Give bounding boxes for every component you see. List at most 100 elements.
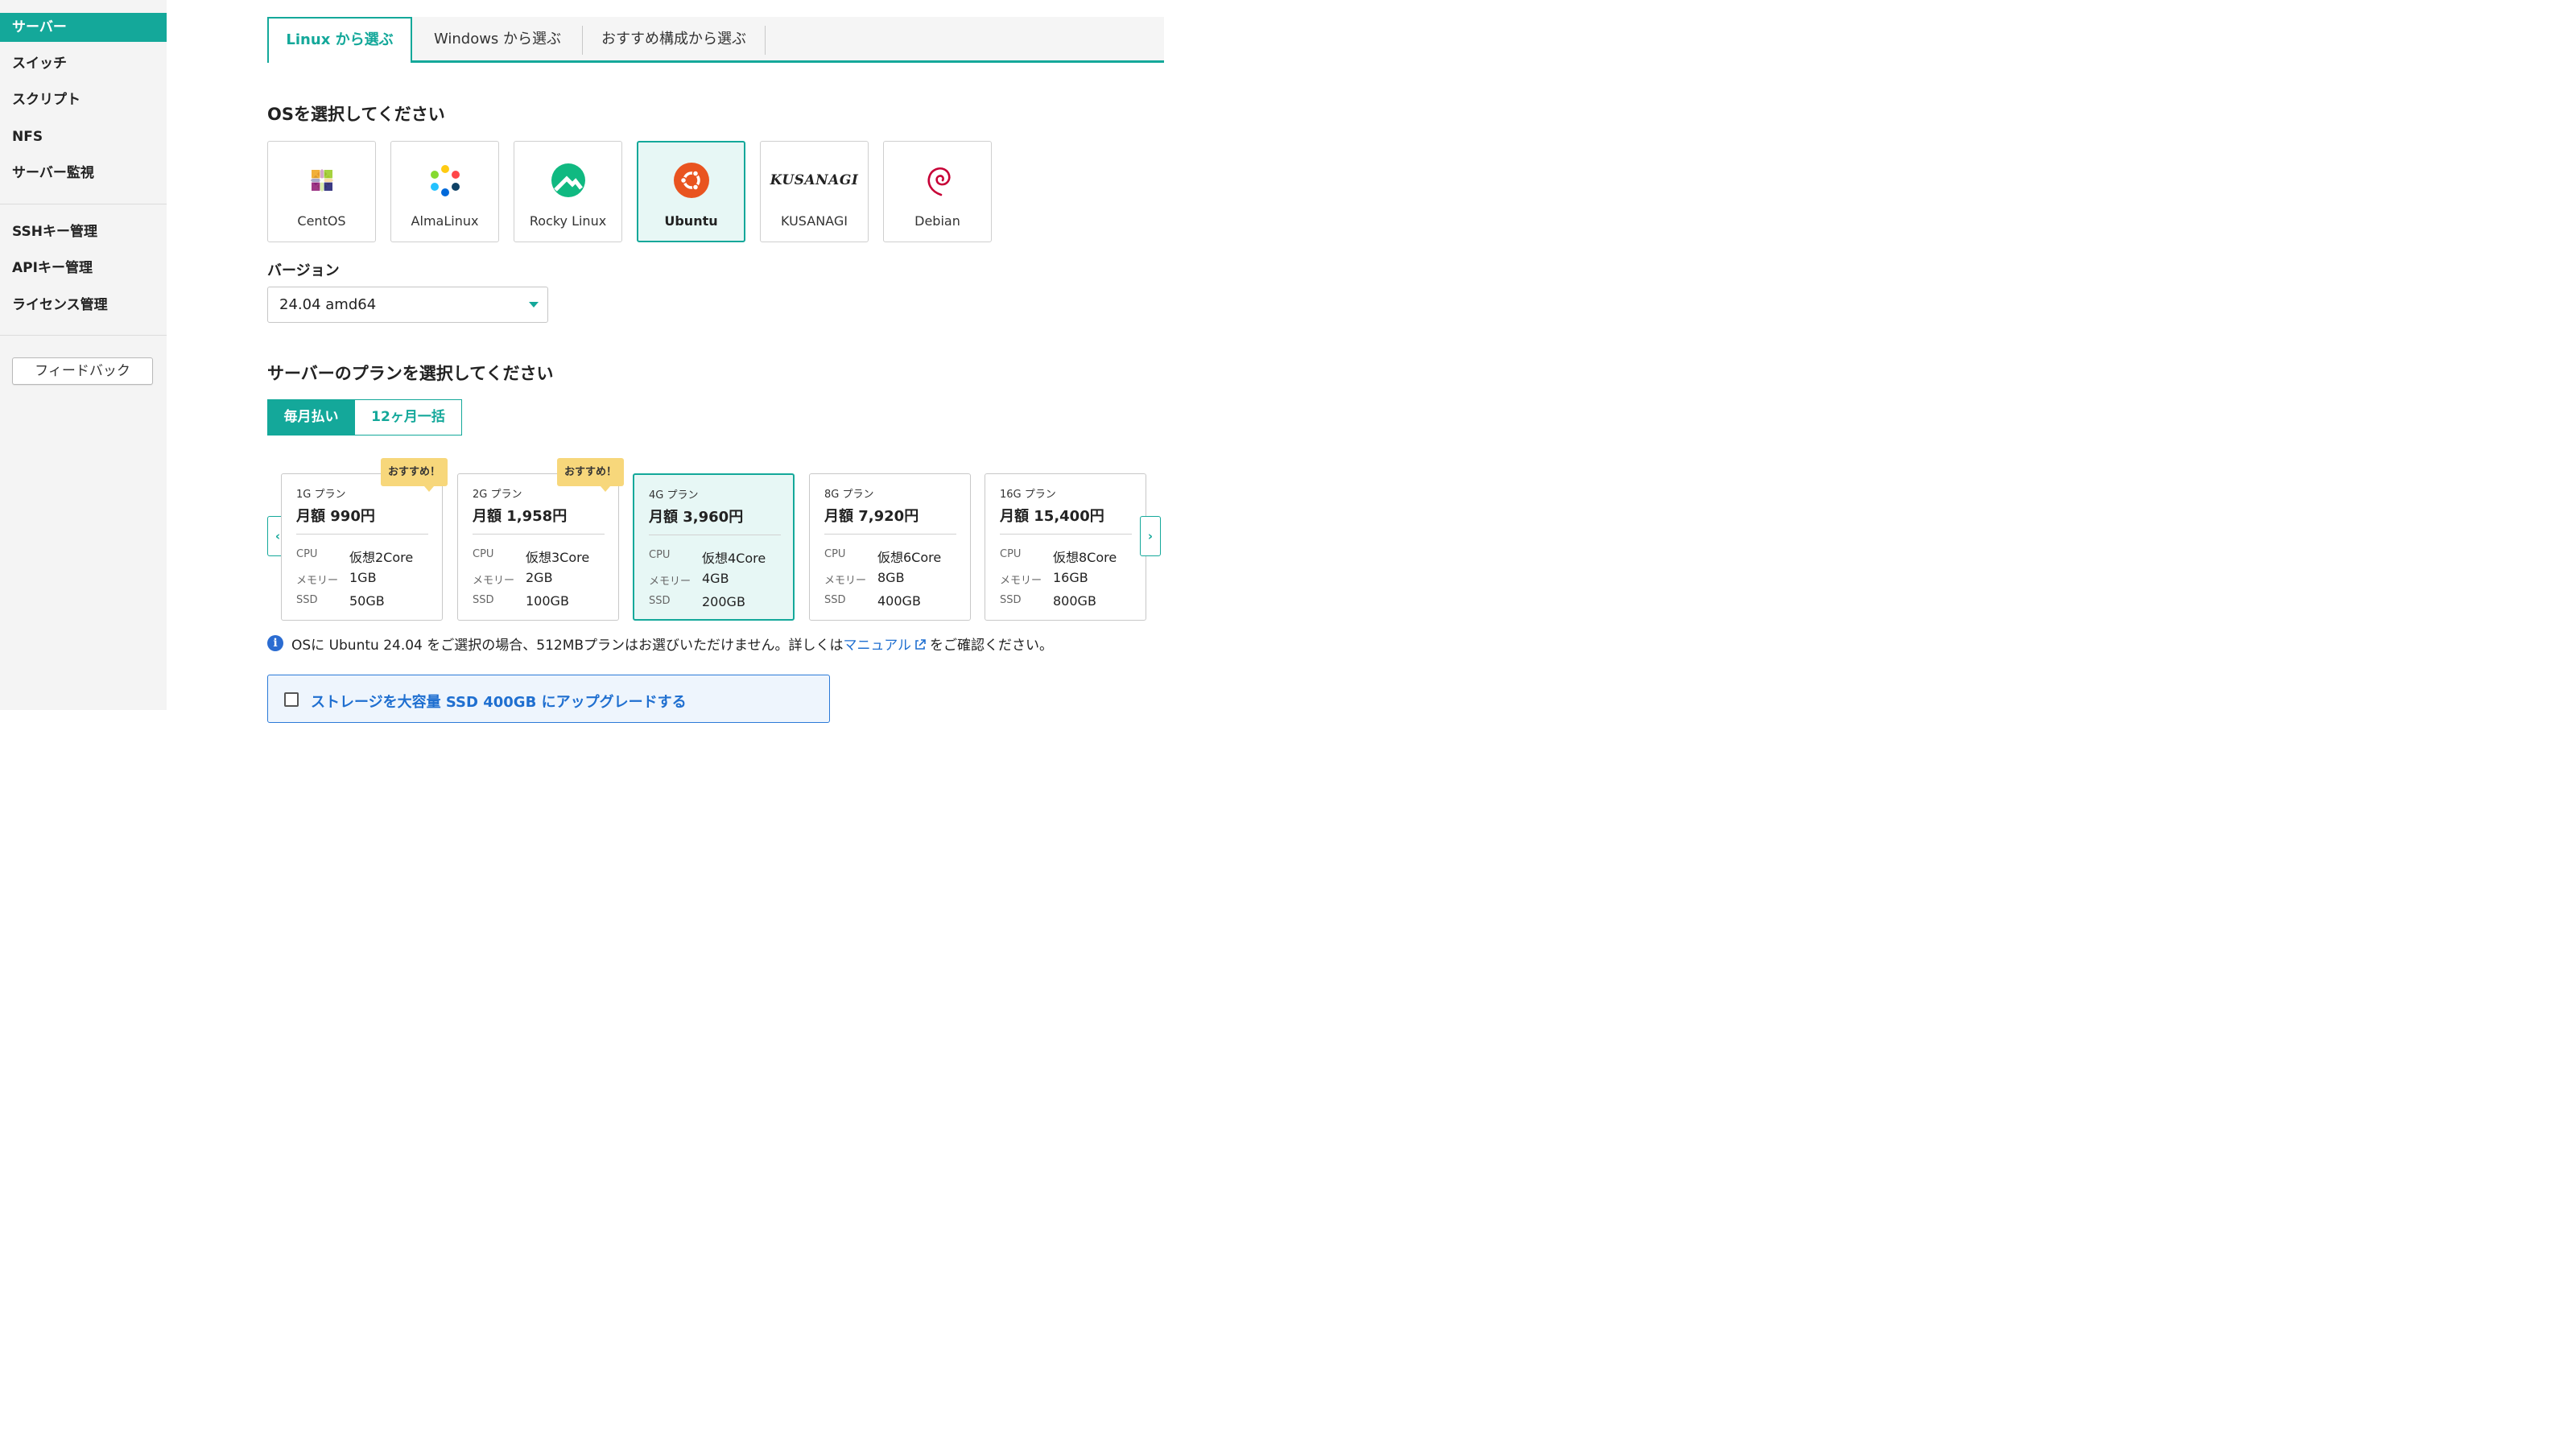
os-option-almalinux[interactable]: AlmaLinux: [390, 141, 499, 242]
billing-monthly-button[interactable]: 毎月払い: [267, 399, 355, 436]
chevron-right-icon[interactable]: ›: [1140, 516, 1161, 556]
spec-label-cpu: CPU: [1000, 548, 1022, 560]
spec-label-memory: メモリー: [649, 576, 691, 588]
manual-link[interactable]: マニュアル: [844, 638, 912, 654]
centos-logo-icon: [303, 161, 341, 200]
spec-label-memory: メモリー: [296, 575, 339, 587]
os-name: CentOS: [297, 213, 346, 229]
spec-label-memory: メモリー: [473, 575, 515, 587]
os-plan-notice: OSに Ubuntu 24.04 をご選択の場合、512MBプランはお選びいただ…: [291, 634, 1053, 655]
tab-linux[interactable]: Linux から選ぶ: [267, 17, 412, 63]
spec-label-memory: メモリー: [1000, 575, 1042, 587]
external-link-icon[interactable]: [914, 638, 927, 655]
divider: [296, 534, 428, 535]
spec-value-memory: 1GB: [349, 570, 377, 585]
plan-heading: サーバーのプランを選択してください: [267, 364, 554, 383]
os-option-debian[interactable]: Debian: [883, 141, 992, 242]
spec-value-cpu: 仮想3Core: [526, 550, 590, 565]
sidebar-item-server-monitoring[interactable]: サーバー監視: [0, 159, 167, 188]
sidebar-item-script[interactable]: スクリプト: [0, 85, 167, 114]
plan-card-8g[interactable]: 8G プラン 月額 7,920円 CPU 仮想6Core メモリー 8GB SS…: [809, 473, 971, 621]
spec-value-ssd: 100GB: [526, 593, 569, 609]
spec-value-ssd: 400GB: [877, 593, 921, 609]
notice-text: をご確認ください。: [930, 638, 1054, 654]
plan-price: 月額 990円: [296, 508, 375, 525]
plan-price: 月額 15,400円: [1000, 508, 1104, 525]
storage-upgrade-checkbox[interactable]: [284, 692, 299, 707]
plan-card-16g[interactable]: 16G プラン 月額 15,400円 CPU 仮想8Core メモリー 16GB…: [985, 473, 1146, 621]
spec-label-cpu: CPU: [473, 548, 494, 560]
os-name: Debian: [914, 213, 960, 229]
spec-label-cpu: CPU: [824, 548, 846, 560]
divider: [824, 534, 956, 535]
os-name: AlmaLinux: [411, 213, 479, 229]
plan-name: 1G プラン: [296, 489, 346, 501]
spec-value-memory: 16GB: [1053, 570, 1088, 585]
os-option-ubuntu[interactable]: Ubuntu: [637, 141, 745, 242]
rocky-linux-logo-icon: [549, 161, 588, 200]
sidebar-item-server[interactable]: サーバー: [0, 13, 167, 42]
spec-label-cpu: CPU: [296, 548, 318, 560]
spec-value-cpu: 仮想2Core: [349, 550, 414, 565]
tab-windows[interactable]: Windows から選ぶ: [414, 17, 581, 60]
almalinux-logo-icon: [426, 161, 464, 200]
sidebar: サーバー スイッチ スクリプト NFS サーバー監視 SSHキー管理 APIキー…: [0, 0, 167, 710]
spec-label-ssd: SSD: [1000, 594, 1022, 606]
spec-label-ssd: SSD: [296, 594, 318, 606]
sidebar-item-switch[interactable]: スイッチ: [0, 49, 167, 78]
spec-value-ssd: 50GB: [349, 593, 385, 609]
os-option-centos[interactable]: CentOS: [267, 141, 376, 242]
plan-name: 4G プラン: [649, 489, 699, 502]
os-name: KUSANAGI: [781, 213, 848, 229]
spec-label-ssd: SSD: [649, 595, 671, 607]
tab-recommended[interactable]: おすすめ構成から選ぶ: [583, 17, 765, 60]
plan-card-4g[interactable]: 4G プラン 月額 3,960円 CPU 仮想4Core メモリー 4GB SS…: [633, 473, 795, 621]
feedback-button[interactable]: フィードバック: [12, 357, 153, 385]
os-option-rocky-linux[interactable]: Rocky Linux: [514, 141, 622, 242]
ubuntu-logo-icon: [672, 161, 711, 200]
plan-name: 16G プラン: [1000, 489, 1056, 501]
sidebar-item-ssh-keys[interactable]: SSHキー管理: [0, 217, 167, 246]
spec-value-cpu: 仮想8Core: [1053, 550, 1117, 565]
version-label: バージョン: [267, 262, 340, 279]
spec-value-cpu: 仮想6Core: [877, 550, 942, 565]
version-select[interactable]: 24.04 amd64: [267, 287, 548, 323]
spec-value-memory: 4GB: [702, 571, 729, 586]
recommended-badge: おすすめ！: [557, 458, 624, 492]
storage-upgrade-label[interactable]: ストレージを大容量 SSD 400GB にアップグレードする: [311, 691, 687, 712]
spec-value-ssd: 200GB: [702, 594, 745, 609]
os-name: Rocky Linux: [529, 213, 607, 229]
os-heading: OSを選択してください: [267, 105, 445, 124]
os-option-kusanagi[interactable]: KUSANAGI KUSANAGI: [760, 141, 869, 242]
spec-value-cpu: 仮想4Core: [702, 551, 766, 566]
notice-text: OSに Ubuntu 24.04 をご選択の場合、512MBプランはお選びいただ…: [291, 638, 844, 654]
spec-value-ssd: 800GB: [1053, 593, 1096, 609]
sidebar-item-licenses[interactable]: ライセンス管理: [0, 291, 167, 320]
info-icon: i: [267, 635, 283, 651]
kusanagi-logo-icon: KUSANAGI: [770, 172, 859, 188]
chevron-down-icon: [529, 302, 539, 308]
plan-card-2g[interactable]: 2G プラン 月額 1,958円 CPU 仮想3Core メモリー 2GB SS…: [457, 473, 619, 621]
storage-upgrade-box: ストレージを大容量 SSD 400GB にアップグレードする: [267, 675, 830, 723]
sidebar-item-nfs[interactable]: NFS: [0, 122, 167, 151]
sidebar-divider: [0, 335, 167, 336]
version-value: 24.04 amd64: [279, 296, 377, 313]
divider: [473, 534, 605, 535]
spec-label-cpu: CPU: [649, 549, 671, 561]
plan-name: 8G プラン: [824, 489, 874, 501]
plan-card-1g[interactable]: 1G プラン 月額 990円 CPU 仮想2Core メモリー 1GB SSD …: [281, 473, 443, 621]
divider: [1000, 534, 1132, 535]
spec-label-memory: メモリー: [824, 575, 867, 587]
plan-name: 2G プラン: [473, 489, 522, 501]
os-name: Ubuntu: [664, 213, 718, 229]
spec-label-ssd: SSD: [473, 594, 494, 606]
spec-value-memory: 8GB: [877, 570, 905, 585]
spec-label-ssd: SSD: [824, 594, 846, 606]
recommended-badge: おすすめ！: [381, 458, 448, 492]
plan-price: 月額 1,958円: [473, 508, 568, 525]
debian-logo-icon: [919, 161, 957, 200]
sidebar-item-api-keys[interactable]: APIキー管理: [0, 254, 167, 283]
spec-value-memory: 2GB: [526, 570, 553, 585]
tab-separator: [765, 26, 766, 55]
billing-yearly-button[interactable]: 12ヶ月一括: [354, 399, 462, 436]
